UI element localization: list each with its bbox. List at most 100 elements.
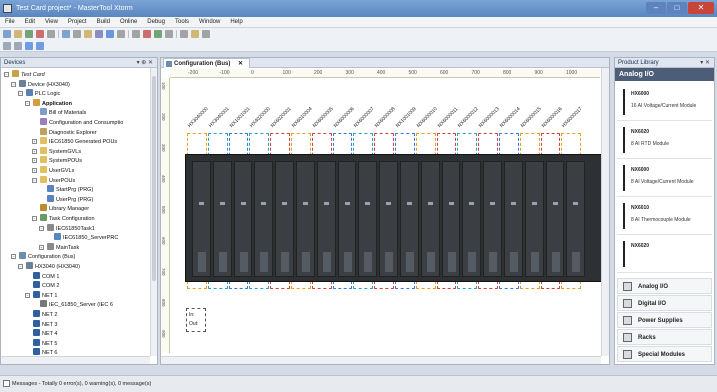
rack-slot[interactable] [337, 161, 357, 277]
library-category[interactable]: Racks [617, 329, 712, 345]
tree-node[interactable]: IEC_61850_Server (IEC 6 [40, 300, 113, 309]
tree-expander-icon[interactable]: − [18, 264, 23, 269]
tree-node[interactable]: MainTask [47, 242, 79, 252]
library-category[interactable]: Power Supplies [617, 312, 712, 328]
rack-slot[interactable] [566, 161, 586, 277]
rack-slot[interactable] [441, 161, 461, 277]
tree-node[interactable]: NET 1 [33, 290, 58, 300]
rack-slot[interactable] [504, 161, 523, 277]
devices-panel-controls[interactable]: ▾ ⊕ ✕ [137, 58, 153, 68]
tree-node[interactable]: HX3040 (HX3040) [26, 262, 80, 271]
tree-node[interactable]: Test Card [12, 70, 45, 79]
library-item[interactable]: NX6020 8 AI RTD Module [617, 121, 712, 159]
tree-node[interactable]: COM 2 [33, 281, 59, 290]
tab-configuration-bus[interactable]: Configuration (Bus) ✕ [163, 58, 251, 68]
tree-expander-icon[interactable]: − [25, 292, 30, 298]
tree-expander-icon[interactable]: + [32, 139, 37, 145]
library-item[interactable]: NX6020 [617, 235, 712, 273]
menu-help[interactable]: Help [225, 17, 247, 28]
zoom-icon[interactable] [14, 42, 22, 50]
tree-node[interactable]: PLC Logic [26, 89, 60, 98]
toolbar-icon[interactable] [62, 30, 70, 38]
toolbar-icon[interactable] [117, 30, 125, 38]
library-item[interactable]: HX6000 16 AI Voltage/Current Module [617, 83, 712, 121]
tree-expander-icon[interactable]: − [18, 91, 23, 97]
tree-node[interactable]: NET 5 [33, 338, 58, 348]
tree-node[interactable]: NET 3 [33, 319, 58, 329]
toolbar-icon[interactable] [3, 30, 11, 38]
rack-slot[interactable] [212, 161, 232, 277]
tree-node[interactable]: COM 1 [33, 271, 59, 281]
rack-slot[interactable] [462, 161, 482, 277]
rack-slot[interactable] [524, 161, 544, 277]
toolbar-icon[interactable] [36, 30, 44, 38]
toolbar-icon[interactable] [191, 30, 199, 38]
menu-online[interactable]: Online [115, 17, 142, 28]
menu-window[interactable]: Window [194, 17, 225, 28]
tree-node[interactable]: Bill of Materials [40, 108, 86, 117]
library-category[interactable]: Digital I/O [617, 295, 712, 311]
toolbar-icon[interactable] [154, 30, 162, 38]
library-category[interactable]: Special Modules [617, 346, 712, 362]
tree-expander-icon[interactable]: − [4, 72, 9, 77]
rack-slot[interactable] [545, 161, 565, 277]
tree-node[interactable]: SystemPOUs [40, 156, 82, 165]
scroll-thumb[interactable] [152, 76, 156, 281]
menu-project[interactable]: Project [63, 17, 92, 28]
toolbar-icon[interactable] [73, 30, 81, 38]
rack[interactable] [185, 154, 601, 282]
tree-node[interactable]: IEC61850_ServerPRC [54, 233, 118, 242]
toolbar-icon[interactable] [14, 30, 22, 38]
toolbar-icon[interactable] [202, 30, 210, 38]
tree-node[interactable]: UserGVLs [40, 166, 74, 175]
tree-node[interactable]: UserPOUs [40, 175, 75, 185]
menu-build[interactable]: Build [92, 17, 115, 28]
tree-expander-icon[interactable]: + [39, 244, 44, 250]
rack-canvas[interactable]: HX3040000 HX3040001 NX1001001 HX4020000 NX60… [171, 79, 601, 354]
rack-slot[interactable] [275, 161, 294, 277]
minimize-button[interactable]: – [646, 2, 666, 14]
tree-node[interactable]: Configuration and Consumptio [40, 118, 123, 127]
rack-slot[interactable] [254, 161, 274, 277]
tree-node[interactable]: IEC61850Task1 [47, 223, 95, 233]
library-item[interactable]: NX6010 8 AI Thermocouple Module [617, 197, 712, 235]
toolbar-icon[interactable] [47, 30, 55, 38]
library-item[interactable]: NX6000 8 AI Voltage/Current Module [617, 159, 712, 197]
tree-node[interactable]: NET 2 [33, 310, 58, 319]
toolbar-icon[interactable] [95, 30, 103, 38]
tree-node[interactable]: Task Configuration [40, 214, 95, 223]
menu-debug[interactable]: Debug [142, 17, 170, 28]
toolbar-icon[interactable] [132, 30, 140, 38]
tree-expander-icon[interactable]: − [32, 216, 37, 221]
tree-expander-icon[interactable]: + [32, 168, 37, 173]
toolbar-icon[interactable] [180, 30, 188, 38]
tree-node[interactable]: StartPrg (PRG) [47, 185, 93, 194]
tree-node[interactable]: IEC61850 Generated POUs [40, 137, 117, 146]
toolbar-icon[interactable] [84, 30, 92, 38]
rack-slot[interactable] [420, 161, 440, 277]
rack-slot[interactable] [400, 161, 419, 277]
rack-slot[interactable] [316, 161, 336, 277]
library-panel-controls[interactable]: ▾ ✕ [700, 58, 710, 68]
tree-node[interactable]: Library Manager [40, 204, 89, 213]
tree-expander-icon[interactable]: + [32, 158, 37, 164]
toolbar-icon[interactable] [165, 30, 173, 38]
menu-view[interactable]: View [40, 17, 63, 28]
tree-node[interactable]: Configuration (Bus) [19, 252, 75, 261]
tree-expander-icon[interactable]: − [11, 254, 16, 260]
tree-node[interactable]: NET 4 [33, 329, 58, 338]
devices-horizontal-scrollbar[interactable] [1, 356, 150, 364]
status-text[interactable]: Messages - Totally 0 error(s), 0 warning… [12, 381, 151, 387]
menu-tools[interactable]: Tools [170, 17, 194, 28]
editor-vertical-scrollbar[interactable] [601, 68, 609, 356]
tree-expander-icon[interactable]: − [39, 225, 44, 231]
tree-expander-icon[interactable]: − [11, 81, 16, 87]
rack-slot[interactable] [296, 161, 315, 277]
rack-slot[interactable] [358, 161, 378, 277]
zoom-icon[interactable] [3, 42, 11, 50]
library-category[interactable]: Analog I/O [617, 278, 712, 294]
rack-slot[interactable] [483, 161, 502, 277]
rack-slot[interactable] [192, 161, 211, 277]
tree-node[interactable]: SystemGVLs [40, 146, 81, 156]
tab-close-icon[interactable]: ✕ [238, 61, 243, 67]
